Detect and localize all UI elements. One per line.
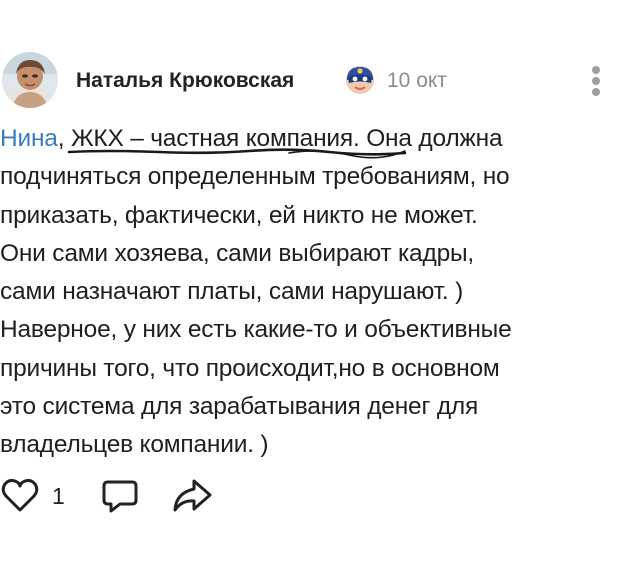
- comment-button[interactable]: [100, 476, 140, 516]
- post-actions: 1: [0, 476, 640, 516]
- author-name[interactable]: Наталья Крюковская: [76, 69, 294, 93]
- text-line: владельцев компании. ): [0, 431, 269, 459]
- share-arrow-icon: [173, 479, 212, 512]
- share-button[interactable]: [170, 476, 214, 516]
- underlined-phrase: ЖКХ – частная компания: [67, 120, 407, 159]
- mention-link[interactable]: Нина: [0, 125, 58, 152]
- text-line: подчиняться определенным требованиям, но: [0, 163, 510, 191]
- text-line: сами назначают платы, сами нарушают. ): [0, 278, 464, 306]
- more-options-button[interactable]: [582, 62, 610, 100]
- text-line: Наверное, у них есть какие-то и объектив…: [0, 316, 512, 344]
- vertical-dots-icon: [592, 66, 600, 74]
- post-header: Наталья Крюковская 10 окт: [0, 52, 640, 110]
- pen-underline-mark: [67, 148, 407, 159]
- text-line: приказать, фактически, ей никто не может…: [0, 201, 478, 229]
- superhero-mask-badge-icon: [344, 64, 376, 96]
- text-line: Они сами хозяева, сами выбирают кадры,: [0, 239, 475, 267]
- like-button[interactable]: 1: [0, 476, 80, 516]
- post-text: Нина, ЖКХ – частная компания. Она должна…: [0, 120, 625, 465]
- comment-bubble-icon: [102, 480, 138, 513]
- like-count: 1: [52, 483, 65, 509]
- avatar-photo: [2, 52, 58, 108]
- avatar[interactable]: [2, 52, 58, 108]
- text-line: это система для зарабатывания денег для: [0, 393, 479, 421]
- post-date: 10 окт: [387, 69, 447, 92]
- text-line: Нина, ЖКХ – частная компания. Она должна: [0, 120, 625, 159]
- heart-icon: [1, 478, 39, 512]
- text-line: причины того, что происходит,но в основн…: [0, 354, 500, 382]
- comment-post: Наталья Крюковская 10 окт Нина, ЖКХ – ча…: [0, 0, 640, 568]
